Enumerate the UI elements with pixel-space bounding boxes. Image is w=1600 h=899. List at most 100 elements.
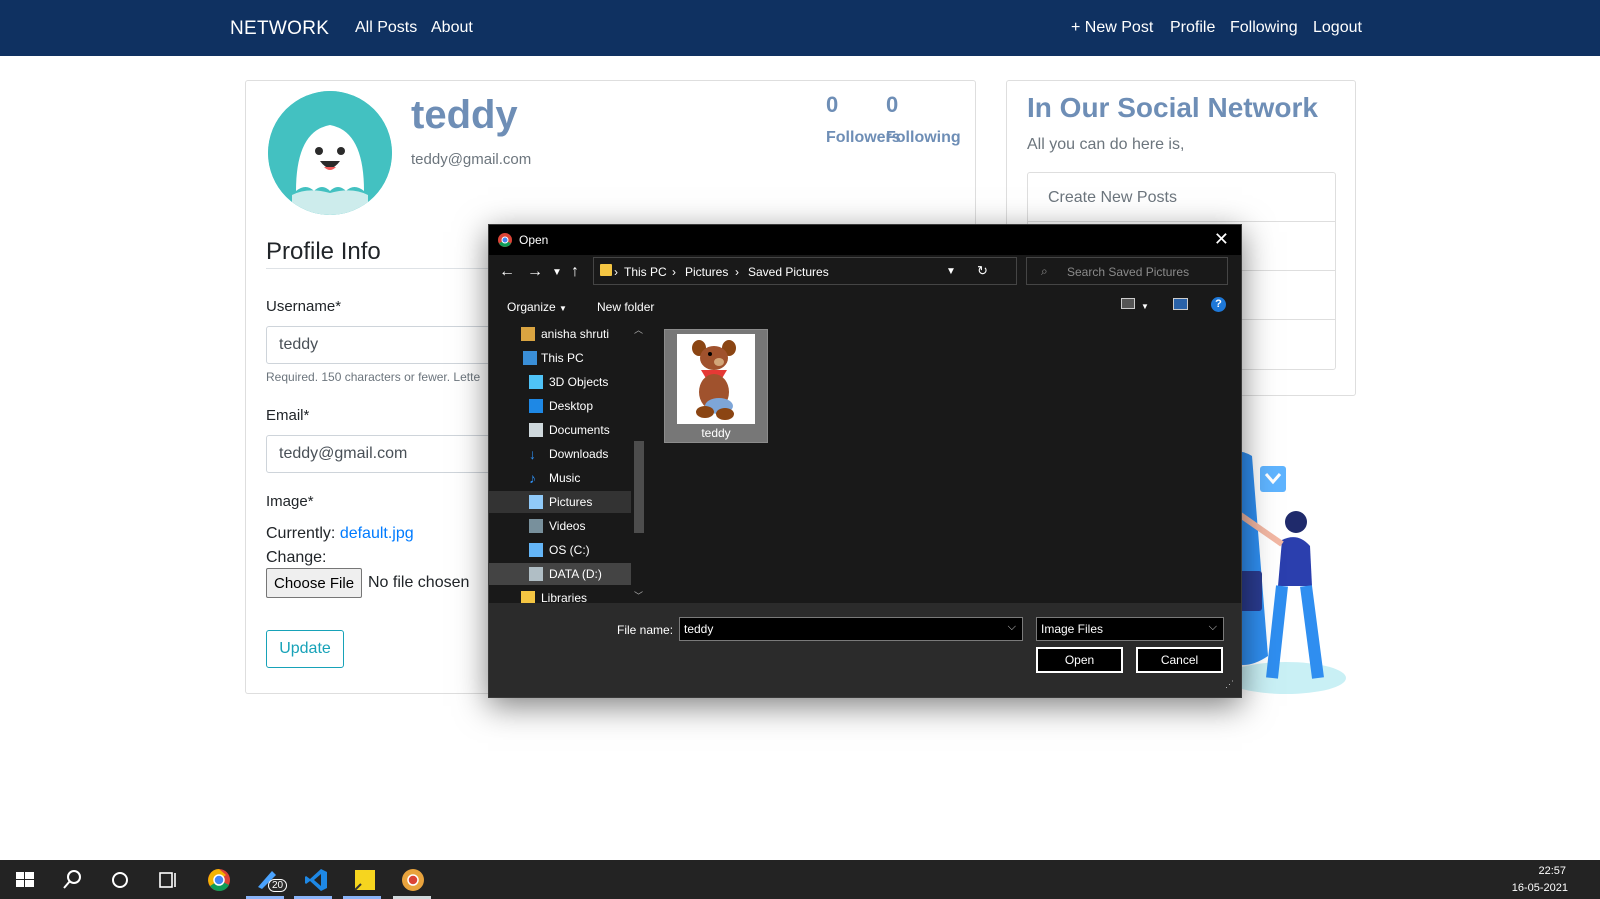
clock-date[interactable]: 16-05-2021 xyxy=(1512,882,1568,894)
resize-grip-icon[interactable]: ⋰ xyxy=(1225,679,1234,690)
refresh-icon[interactable]: ↻ xyxy=(977,263,988,279)
organize-label: Organize xyxy=(507,300,556,314)
following-count: 0 xyxy=(886,92,899,117)
cancel-button[interactable]: Cancel xyxy=(1136,647,1223,673)
organize-menu[interactable]: Organize ▼ xyxy=(507,300,567,314)
scrollbar-thumb[interactable] xyxy=(634,441,644,533)
email-label: Email* xyxy=(266,407,310,424)
currently-row: Currently: default.jpg xyxy=(266,525,414,543)
file-list-area: teddy xyxy=(647,321,1241,603)
cube-icon xyxy=(529,375,543,389)
search-icon[interactable] xyxy=(59,867,85,893)
tree-item-pictures[interactable]: Pictures xyxy=(489,491,631,513)
windows-taskbar: 20 22:57 16-05-2021 xyxy=(0,860,1600,899)
forward-arrow-icon[interactable]: → xyxy=(527,263,543,281)
chevron-down-icon[interactable]: ⌵ xyxy=(1008,621,1016,634)
dialog-titlebar[interactable]: Open ✕ xyxy=(489,225,1241,255)
address-bar[interactable]: › This PC › Pictures › Saved Pictures ▼ … xyxy=(593,257,1017,285)
nav-all-posts[interactable]: All Posts xyxy=(355,19,417,37)
nav-about[interactable]: About xyxy=(431,19,473,37)
currently-label: Currently: xyxy=(266,525,336,542)
tree-item-desktop[interactable]: Desktop xyxy=(489,395,631,417)
tree-item-data-d[interactable]: DATA (D:) xyxy=(489,563,631,585)
nav-new-post[interactable]: + New Post xyxy=(1071,19,1153,37)
nav-profile[interactable]: Profile xyxy=(1170,19,1215,37)
nav-logout[interactable]: Logout xyxy=(1313,19,1362,37)
username-help-text: Required. 150 characters or fewer. Lette xyxy=(266,370,481,384)
search-box[interactable]: ⌕ Search Saved Pictures xyxy=(1026,257,1228,285)
preview-pane-icon[interactable] xyxy=(1173,298,1188,310)
tree-item-videos[interactable]: Videos xyxy=(489,515,631,537)
help-icon[interactable]: ? xyxy=(1211,297,1226,312)
close-icon[interactable]: ✕ xyxy=(1214,229,1229,250)
file-name-input[interactable]: teddy ⌵ xyxy=(679,617,1023,641)
change-label: Change: xyxy=(266,549,327,566)
sticky-notes-icon[interactable] xyxy=(352,867,378,893)
chevron-down-icon[interactable]: ﹀ xyxy=(634,589,643,602)
task-view-icon[interactable] xyxy=(155,867,181,893)
teddy-thumbnail xyxy=(677,334,755,424)
update-button[interactable]: Update xyxy=(266,630,344,668)
dialog-footer: File name: teddy ⌵ Image Files ⌵ Open Ca… xyxy=(489,603,1241,697)
followers-count: 0 xyxy=(826,92,839,117)
tree-item-music[interactable]: ♪ Music xyxy=(489,467,631,489)
app-with-badge-icon[interactable]: 20 xyxy=(254,867,288,893)
tree-item-downloads[interactable]: ↓ Downloads xyxy=(489,443,631,465)
navigation-pane: anisha shruti This PC 3D Objects Desktop… xyxy=(489,321,647,605)
up-arrow-icon[interactable]: ↑ xyxy=(571,263,579,281)
crumb-this-pc[interactable]: This PC xyxy=(624,265,667,279)
dialog-title: Open xyxy=(519,233,549,247)
crumb-saved-pictures[interactable]: Saved Pictures xyxy=(748,265,829,279)
pc-icon xyxy=(523,351,537,365)
tree-item-documents[interactable]: Documents xyxy=(489,419,631,441)
avatar xyxy=(268,91,392,215)
open-file-dialog: Open ✕ ← → ▼ ↑ › This PC › Pictures › Sa… xyxy=(488,224,1242,698)
back-arrow-icon[interactable]: ← xyxy=(499,263,515,281)
current-image-link[interactable]: default.jpg xyxy=(340,525,414,542)
file-tile-teddy[interactable]: teddy xyxy=(664,329,768,443)
video-icon xyxy=(529,519,543,533)
tree-scrollbar[interactable]: ︿ ﹀ xyxy=(631,321,647,603)
search-icon: ⌕ xyxy=(1041,264,1048,278)
tree-item-this-pc[interactable]: This PC xyxy=(489,347,631,369)
chevron-down-icon: ▼ xyxy=(559,304,567,313)
recent-dropdown-icon[interactable]: ▼ xyxy=(552,267,562,278)
open-button[interactable]: Open xyxy=(1036,647,1123,673)
tree-item-os-c[interactable]: OS (C:) xyxy=(489,539,631,561)
sidebar-title: In Our Social Network xyxy=(1027,92,1318,123)
sidebar-subtitle: All you can do here is, xyxy=(1027,136,1185,153)
chrome-icon[interactable] xyxy=(206,867,232,893)
vscode-icon[interactable] xyxy=(303,867,329,893)
view-options-icon[interactable] xyxy=(1121,298,1135,309)
user-folder-icon xyxy=(521,327,535,341)
tree-item-3d-objects[interactable]: 3D Objects xyxy=(489,371,631,393)
file-type-select[interactable]: Image Files ⌵ xyxy=(1036,617,1224,641)
brand-link[interactable]: NETWORK xyxy=(230,18,329,40)
clock-time[interactable]: 22:57 xyxy=(1538,865,1566,877)
windows-start-icon[interactable] xyxy=(12,867,38,893)
file-name-value: teddy xyxy=(684,622,714,636)
file-status-text: No file chosen xyxy=(368,574,470,591)
file-name-label: File name: xyxy=(617,623,674,637)
address-dropdown-icon[interactable]: ▼ xyxy=(946,266,956,277)
nav-following[interactable]: Following xyxy=(1230,19,1298,37)
profile-username: teddy xyxy=(411,93,518,137)
ghost-avatar-icon xyxy=(268,91,392,215)
download-icon: ↓ xyxy=(529,446,536,462)
following-label[interactable]: Following xyxy=(886,129,961,147)
new-folder-button[interactable]: New folder xyxy=(597,300,654,314)
tree-item-user[interactable]: anisha shruti xyxy=(489,323,631,345)
chrome-canary-icon[interactable] xyxy=(400,867,426,893)
crumb-pictures[interactable]: Pictures xyxy=(685,265,728,279)
music-icon: ♪ xyxy=(529,470,536,486)
chevron-up-icon[interactable]: ︿ xyxy=(634,323,643,336)
notification-badge: 20 xyxy=(268,879,288,892)
feature-item: Create New Posts xyxy=(1028,173,1335,222)
chevron-down-icon[interactable]: ⌵ xyxy=(1209,621,1217,634)
cortana-icon[interactable] xyxy=(107,867,133,893)
folder-icon xyxy=(600,264,612,276)
file-name-label: teddy xyxy=(701,426,731,440)
choose-file-button[interactable]: Choose File xyxy=(266,568,363,598)
drive-icon xyxy=(529,567,543,581)
view-dropdown-icon[interactable]: ▼ xyxy=(1141,302,1149,311)
